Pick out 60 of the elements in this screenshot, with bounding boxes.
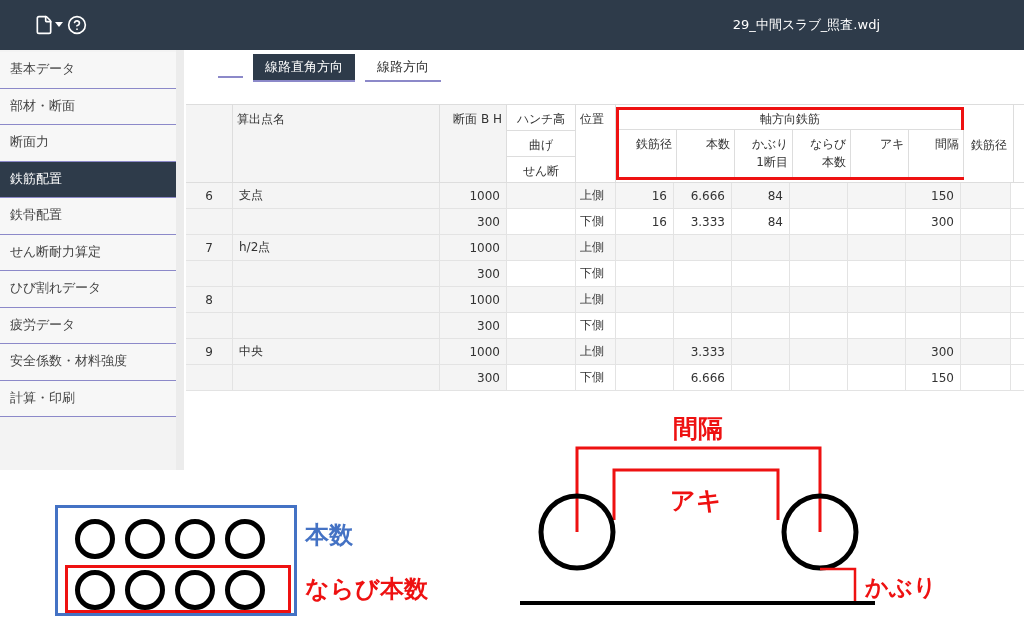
row-count-label: ならび本数 [305, 574, 428, 605]
table-cell: 9 [186, 339, 233, 364]
column-header: 断面 B H [452, 111, 503, 128]
table-cell: 6 [186, 183, 233, 208]
table-cell: 1000 [440, 339, 507, 364]
table-cell: 支点 [233, 183, 440, 208]
column-header: 算出点名 [236, 111, 286, 128]
cover-label: かぶり [865, 574, 937, 600]
column-header: 曲げ [507, 131, 575, 157]
table-cell: 上側 [576, 339, 616, 364]
table-cell: 7 [186, 235, 233, 260]
table-cell: 8 [186, 287, 233, 312]
sidebar-item[interactable]: 疲労データ [0, 307, 176, 344]
help-icon[interactable] [67, 15, 87, 35]
pitch-label: 間隔 [673, 414, 723, 443]
column-header: 間隔 [934, 135, 960, 153]
count-label: 本数 [305, 520, 354, 551]
table-cell: 3.333 [674, 339, 732, 364]
column-header: アキ [879, 135, 905, 153]
sidebar-item[interactable]: 断面力 [0, 125, 176, 162]
table-cell: 300 [440, 365, 507, 390]
table-cell: 300 [440, 313, 507, 338]
table-cell: 16 [616, 183, 674, 208]
column-header: 位置 [579, 111, 605, 128]
table-cell: 1000 [440, 235, 507, 260]
sidebar-item[interactable]: せん断耐力算定 [0, 234, 176, 271]
sidebar-item[interactable]: 鉄筋配置 [0, 161, 176, 198]
column-header: 鉄筋径 [969, 137, 1008, 154]
table-cell: 上側 [576, 235, 616, 260]
table-cell: 上側 [576, 287, 616, 312]
column-header: ハンチ高 [507, 105, 575, 131]
caret-icon [54, 21, 64, 29]
window-title: 29_中間スラブ_照査.wdj [732, 16, 880, 34]
sidebar-item[interactable]: ひび割れデータ [0, 271, 176, 308]
table-cell: 300 [440, 261, 507, 286]
table-cell: 6.666 [674, 183, 732, 208]
sidebar-item[interactable]: 計算・印刷 [0, 380, 176, 417]
sidebar-item[interactable]: 鉄骨配置 [0, 198, 176, 235]
column-header: 鉄筋径 [635, 135, 673, 153]
tab[interactable]: 線路直角方向 [253, 54, 355, 82]
gap-label: アキ [670, 486, 722, 515]
column-header: 本数 [705, 135, 731, 153]
column-header: 軸方向鉄筋 [619, 110, 961, 130]
tab[interactable]: 線路方向 [365, 54, 441, 82]
table-cell: 上側 [576, 183, 616, 208]
table-cell: 84 [732, 183, 790, 208]
table-cell: 150 [906, 183, 961, 208]
sidebar-item[interactable]: 部材・断面 [0, 88, 176, 125]
table-cell: 中央 [233, 339, 440, 364]
sidebar-item[interactable]: 安全係数・材料強度 [0, 344, 176, 381]
new-file-button[interactable] [34, 15, 64, 35]
table-cell: 300 [440, 209, 507, 234]
column-header: ならび本数 [809, 135, 847, 172]
table-cell: 1000 [440, 287, 507, 312]
table-cell: 1000 [440, 183, 507, 208]
table-cell: 300 [906, 339, 961, 364]
column-header: かぶり1断目 [751, 135, 789, 172]
table-cell: h/2点 [233, 235, 440, 260]
sidebar-item[interactable]: 基本データ [0, 52, 176, 89]
column-header: せん断 [522, 163, 560, 180]
